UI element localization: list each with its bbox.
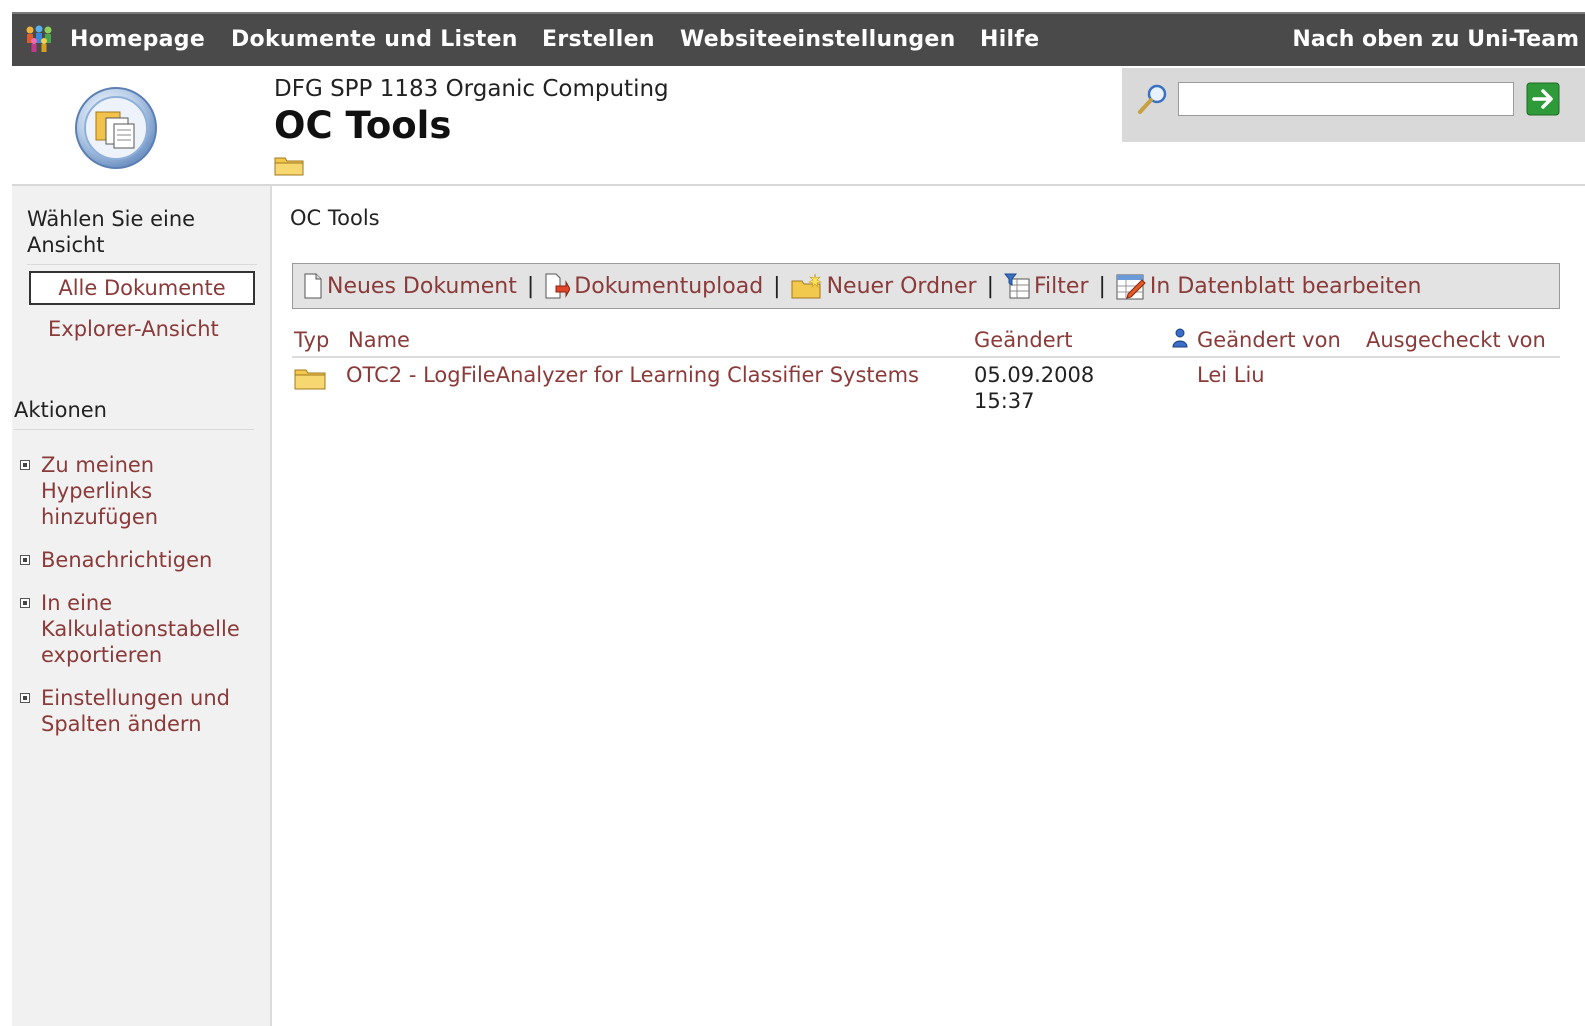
nav-homepage[interactable]: Homepage [70,27,205,52]
nav-up-to-parent-link[interactable]: Nach oben zu Uni-Team [1292,27,1579,52]
new-folder-button[interactable]: Neuer Ordner [791,273,977,299]
datasheet-edit-icon [1116,274,1146,300]
column-modified[interactable]: Geändert [974,328,1073,352]
column-modified-by[interactable]: Geändert von [1197,328,1341,352]
list-toolbar: Neues Dokument | Dokumentupload | Neuer … [292,263,1560,309]
bullet-icon [20,693,30,703]
new-folder-label: Neuer Ordner [826,273,977,299]
upload-button[interactable]: Dokumentupload [544,273,763,299]
action-alert-me[interactable]: Benachrichtigen [20,547,260,573]
bullet-icon [20,555,30,565]
toolbar-separator: | [1098,273,1106,299]
new-folder-icon [791,273,822,299]
views-heading: Wählen Sie eine Ansicht [27,207,196,257]
action-add-to-my-links[interactable]: Zu meinen Hyperlinks hinzufügen [20,452,260,530]
toolbar-separator: | [986,273,994,299]
page-title: OC Tools [274,104,452,147]
action-label: In eine Kalkulationstabelle exportieren [41,591,240,667]
modified-date: 05.09.2008 [974,363,1095,387]
item-name-link[interactable]: OTC2 - LogFileAnalyzer for Learning Clas… [346,362,936,388]
column-name[interactable]: Name [348,328,410,352]
table-row[interactable]: OTC2 - LogFileAnalyzer for Learning Clas… [292,360,1560,420]
edit-datasheet-button[interactable]: In Datenblatt bearbeiten [1116,272,1422,300]
main-content: OC Tools Neues Dokument | Dokumentupload… [272,186,1585,1026]
nav-site-settings[interactable]: Websiteeinstellungen [680,27,956,52]
bullet-icon [20,460,30,470]
search-go-button[interactable] [1526,82,1560,116]
nav-create[interactable]: Erstellen [542,27,655,52]
action-label: Einstellungen und Spalten ändern [41,686,230,736]
search-panel [1122,68,1585,142]
item-modified: 05.09.2008 15:37 [974,362,1094,414]
filter-label: Filter [1034,273,1089,299]
divider [27,264,257,265]
action-label: Zu meinen Hyperlinks hinzufügen [41,453,159,529]
new-document-label: Neues Dokument [327,273,517,299]
bullet-icon [20,598,30,608]
nav-documents-and-lists[interactable]: Dokumente und Listen [231,27,518,52]
arrow-right-icon [1526,82,1560,116]
new-document-icon [304,273,322,299]
action-label: Benachrichtigen [41,548,213,572]
new-document-button[interactable]: Neues Dokument [303,273,517,299]
toolbar-separator: | [526,273,535,299]
folder-icon [294,369,326,390]
toolbar-separator: | [773,273,781,299]
upload-label: Dokumentupload [574,273,764,299]
search-icon [1138,84,1167,114]
modified-time: 15:37 [974,389,1035,413]
document-library-icon [75,87,157,169]
modified-by-link[interactable]: Lei Liu [1197,362,1265,388]
view-explorer[interactable]: Explorer-Ansicht [48,317,219,341]
top-navigation-bar: Homepage Dokumente und Listen Erstellen … [12,12,1585,66]
nav-help[interactable]: Hilfe [980,27,1040,52]
filter-button[interactable]: Filter [1004,273,1088,299]
site-subtitle[interactable]: DFG SPP 1183 Organic Computing [274,76,669,102]
upload-document-icon [545,273,571,299]
search-input[interactable] [1178,82,1514,116]
left-navigation: Wählen Sie eine Ansicht Alle Dokumente E… [12,186,272,1026]
user-icon [1172,328,1188,348]
filter-icon [1004,273,1030,299]
action-export-spreadsheet[interactable]: In eine Kalkulationstabelle exportieren [20,590,260,668]
column-checked-out-by[interactable]: Ausgecheckt von [1366,328,1546,352]
site-header: DFG SPP 1183 Organic Computing OC Tools [12,66,1585,186]
action-settings-columns[interactable]: Einstellungen und Spalten ändern [20,685,260,737]
divider [14,429,254,430]
people-logo-icon[interactable] [24,24,54,54]
view-all-documents[interactable]: Alle Dokumente [29,271,255,305]
breadcrumb: OC Tools [290,206,380,230]
edit-datasheet-label: In Datenblatt bearbeiten [1149,273,1422,299]
actions-heading: Aktionen [14,398,107,422]
folder-icon [274,157,304,176]
page-frame: Homepage Dokumente und Listen Erstellen … [12,12,1585,1026]
column-type[interactable]: Typ [294,328,329,352]
table-header: Typ Name Geändert Geändert von Ausgechec… [292,324,1560,358]
